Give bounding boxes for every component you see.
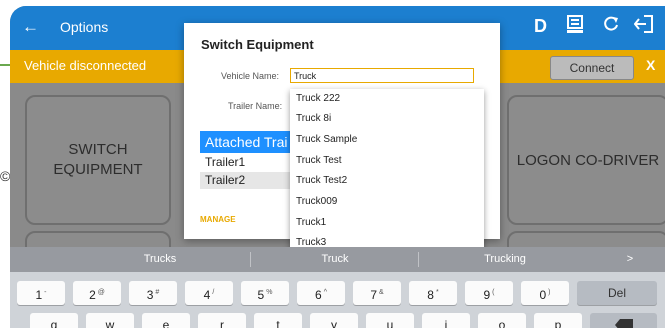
logon-codriver-tile-label: LOGON CO-DRIVER xyxy=(516,151,660,169)
key-label: 6 xyxy=(315,288,322,302)
backspace-icon[interactable] xyxy=(590,313,657,328)
key-label: 8 xyxy=(427,288,434,302)
chevron-right-icon[interactable]: > xyxy=(610,247,650,272)
key-label: 0 xyxy=(539,288,547,302)
suggestion-bar: Trucks Truck Trucking > xyxy=(10,247,665,272)
app-bar-title: Options xyxy=(60,19,109,35)
key-label: 1 xyxy=(35,288,43,302)
key-3[interactable]: 3 # xyxy=(129,281,177,305)
dropdown-item[interactable]: Truck Test2 xyxy=(296,171,347,191)
key-label: 2 xyxy=(89,288,96,302)
key-8[interactable]: 8 * xyxy=(409,281,457,305)
logout-icon[interactable] xyxy=(633,15,654,38)
delete-key[interactable]: Del xyxy=(577,281,657,305)
key-label: 4 xyxy=(203,288,211,302)
key-o[interactable]: o xyxy=(478,313,526,328)
key-label: 7 xyxy=(370,288,377,302)
switch-equipment-tile-label: SWITCH EQUIPMENT xyxy=(53,141,143,178)
left-edge-accent xyxy=(0,64,10,66)
suggestion-item[interactable]: Trucks xyxy=(85,247,235,272)
dropdown-item[interactable]: Truck Test xyxy=(296,151,342,171)
suggestion-divider xyxy=(250,252,251,267)
key-p[interactable]: p xyxy=(534,313,582,328)
arrow-left-icon[interactable]: ← xyxy=(22,17,39,37)
key-0[interactable]: 0) xyxy=(521,281,569,305)
dropdown-item[interactable]: Truck009 xyxy=(296,192,337,212)
refresh-icon[interactable] xyxy=(602,15,620,38)
key-label: 5 xyxy=(257,288,265,302)
key-label: 9 xyxy=(483,288,491,302)
key-label: 3 xyxy=(146,288,154,302)
key-y[interactable]: y xyxy=(310,313,358,328)
key-alt-label: ) xyxy=(548,289,551,296)
vehicle-name-label: Vehicle Name: xyxy=(221,71,280,81)
key-alt-label: # xyxy=(155,289,160,296)
key-i[interactable]: i xyxy=(422,313,470,328)
manage-button[interactable]: MANAGE xyxy=(200,215,236,224)
logon-codriver-tile[interactable]: LOGON CO-DRIVER xyxy=(507,95,665,225)
dialog-title: Switch Equipment xyxy=(201,37,314,52)
key-6[interactable]: 6 ^ xyxy=(297,281,345,305)
suggestion-item[interactable]: Trucking xyxy=(430,247,580,272)
key-alt-label: / xyxy=(212,289,215,296)
vehicle-suggestions-dropdown: Truck 222 Truck 8i Truck Sample Truck Te… xyxy=(290,89,484,251)
dropdown-item[interactable]: Truck1 xyxy=(296,213,326,233)
trailer-name-label: Trailer Name: xyxy=(228,101,283,111)
key-4[interactable]: 4/ xyxy=(185,281,233,305)
key-u[interactable]: u xyxy=(366,313,414,328)
key-alt-label: - xyxy=(44,289,47,296)
key-2[interactable]: 2 @ xyxy=(73,281,121,305)
vehicle-name-input[interactable]: Truck xyxy=(290,68,474,83)
soft-keyboard: Trucks Truck Trucking > 1- 2 @ 3 # 4/ 5% 6… xyxy=(10,247,665,328)
key-alt-label: ( xyxy=(492,289,495,296)
key-t[interactable]: t xyxy=(254,313,302,328)
switch-equipment-tile[interactable]: SWITCH EQUIPMENT xyxy=(25,95,171,225)
key-r[interactable]: r xyxy=(198,313,246,328)
dropdown-item[interactable]: Truck 222 xyxy=(296,89,340,109)
dropdown-item[interactable]: Truck 8i xyxy=(296,109,331,129)
key-9[interactable]: 9( xyxy=(465,281,513,305)
key-q[interactable]: q xyxy=(30,313,78,328)
key-e[interactable]: e xyxy=(142,313,190,328)
edge-glyph: © xyxy=(0,168,11,184)
key-alt-label: * xyxy=(435,289,439,296)
key-1[interactable]: 1- xyxy=(17,281,65,305)
suggestion-divider xyxy=(418,252,419,267)
key-w[interactable]: w xyxy=(86,313,134,328)
key-alt-label: % xyxy=(266,289,273,296)
connection-status-message: Vehicle disconnected xyxy=(24,58,147,73)
close-status-button[interactable]: X xyxy=(646,57,655,73)
key-alt-label: ^ xyxy=(323,289,327,296)
connect-button[interactable]: Connect xyxy=(550,56,634,80)
key-5[interactable]: 5% xyxy=(241,281,289,305)
key-alt-label: & xyxy=(379,289,384,296)
suggestion-item[interactable]: Truck xyxy=(260,247,410,272)
device-screen: ← Options D Vehicle disconnected Connect… xyxy=(10,6,665,328)
dropdown-item[interactable]: Truck Sample xyxy=(296,130,357,150)
document-icon[interactable] xyxy=(567,15,583,40)
key-7[interactable]: 7 & xyxy=(353,281,401,305)
dashboard-d-icon[interactable]: D xyxy=(534,16,547,37)
key-alt-label: @ xyxy=(97,289,105,296)
